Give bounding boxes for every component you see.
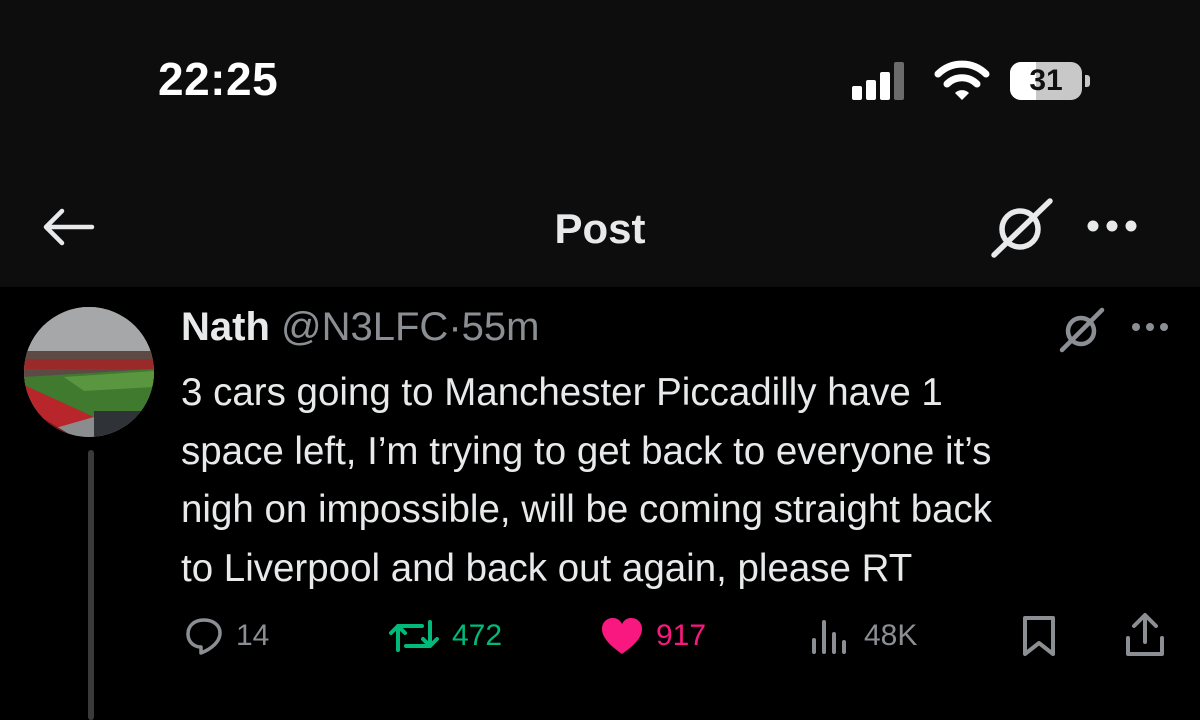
grok-icon[interactable] <box>988 195 1056 259</box>
stadium-image <box>24 307 154 437</box>
bookmark-icon[interactable] <box>1020 614 1058 658</box>
author-name[interactable]: Nath <box>181 305 270 349</box>
author-handle[interactable]: @N3LFC <box>281 305 448 349</box>
status-bar: 22:25 31 <box>0 0 1200 165</box>
reply-count: 14 <box>236 619 270 652</box>
reply-button[interactable]: 14 <box>184 610 269 662</box>
battery-icon: 31 <box>1010 62 1090 100</box>
grok-icon[interactable] <box>1056 304 1108 354</box>
thread-line <box>88 450 94 720</box>
wifi-icon <box>934 60 990 100</box>
more-icon[interactable] <box>1086 219 1138 233</box>
avatar[interactable] <box>24 307 154 437</box>
heart-icon <box>602 618 642 654</box>
status-time: 22:25 <box>158 53 279 105</box>
reply-icon <box>186 618 222 655</box>
signal-icon <box>852 62 914 100</box>
like-button[interactable]: 917 <box>600 610 706 662</box>
repost-icon <box>389 620 439 652</box>
repost-count: 472 <box>452 619 503 652</box>
tweet-header: Nath @N3LFC·55m <box>181 305 539 350</box>
tweet-text: 3 cars going to Manchester Piccadilly ha… <box>181 371 993 590</box>
post-age[interactable]: 55m <box>462 305 540 349</box>
views-icon <box>812 620 846 654</box>
separator-dot: · <box>448 305 462 349</box>
action-bar: 14 472 917 48K <box>0 610 1200 662</box>
view-count: 48K <box>864 619 918 652</box>
repost-button[interactable]: 472 <box>388 610 502 662</box>
nav-bar: Post <box>0 165 1200 287</box>
views-button[interactable]: 48K <box>808 610 917 662</box>
more-icon[interactable] <box>1130 321 1170 333</box>
battery-level: 31 <box>1029 64 1063 97</box>
share-icon[interactable] <box>1124 612 1166 658</box>
like-count: 917 <box>656 619 707 652</box>
